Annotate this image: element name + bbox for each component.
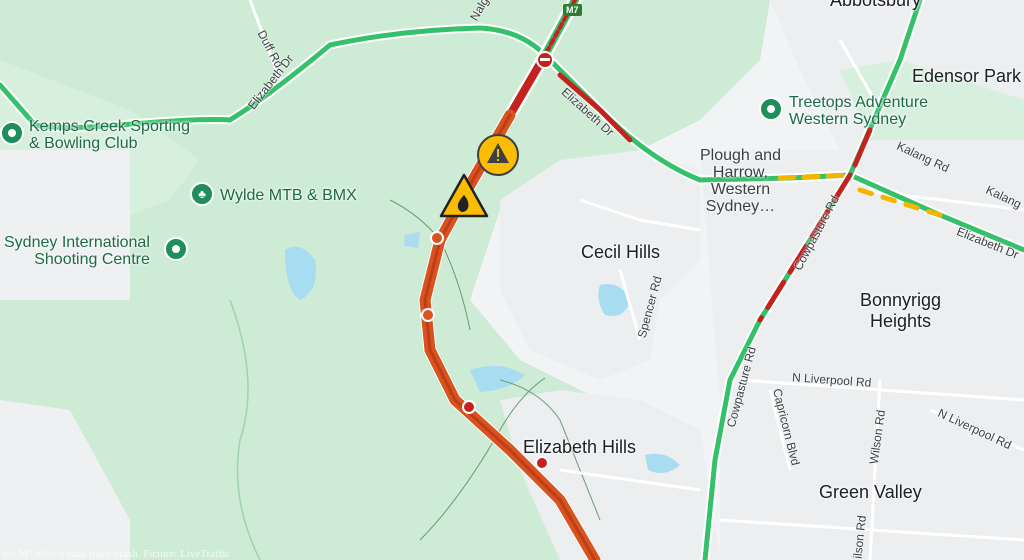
poi-treetops-line1: Treetops Adventure bbox=[789, 94, 929, 111]
pin-icon[interactable] bbox=[759, 97, 783, 121]
pin-icon[interactable] bbox=[0, 121, 24, 145]
poi-plough-harrow[interactable]: Plough and Harrow, Western Sydney… bbox=[700, 147, 781, 215]
urban-patch-west bbox=[0, 150, 130, 300]
tree-icon[interactable]: ♣ bbox=[190, 182, 214, 206]
poi-wylde[interactable]: Wylde MTB & BMX bbox=[220, 187, 357, 204]
traffic-marker bbox=[421, 308, 435, 322]
place-green-valley: Green Valley bbox=[819, 482, 922, 502]
traffic-marker bbox=[535, 456, 549, 470]
poi-plough-line1: Plough and bbox=[700, 147, 781, 164]
suburb-cecil-hills bbox=[500, 150, 700, 380]
warning-icon bbox=[477, 134, 519, 176]
poi-treetops-line2: Western Sydney bbox=[789, 111, 907, 128]
place-cecil-hills: Cecil Hills bbox=[581, 242, 661, 262]
place-elizabeth-hills: Elizabeth Hills bbox=[523, 437, 637, 457]
place-edensor-park: Edensor Park bbox=[912, 66, 1022, 86]
traffic-marker bbox=[462, 400, 476, 414]
poi-plough-line2: Harrow, bbox=[712, 164, 769, 181]
place-bonnyrigg-heights-line2: Heights bbox=[870, 311, 932, 331]
place-bonnyrigg-heights: Bonnyrigg Heights bbox=[860, 290, 941, 332]
map-canvas[interactable] bbox=[0, 0, 1024, 560]
map[interactable]: Abbotsbury Edensor Park Cecil Hills Bonn… bbox=[0, 0, 1024, 560]
poi-kemps-creek[interactable]: Kemps Creek Sporting & Bowling Club bbox=[29, 118, 190, 152]
poi-plough-line3: Western bbox=[710, 181, 771, 198]
poi-treetops[interactable]: Treetops Adventure Western Sydney bbox=[789, 94, 928, 128]
traffic-marker bbox=[430, 231, 444, 245]
photo-caption: the M7 after a fatal truck crash. Pictur… bbox=[2, 548, 231, 560]
place-bonnyrigg-heights-line1: Bonnyrigg bbox=[860, 290, 942, 310]
place-abbotsbury: Abbotsbury bbox=[830, 0, 922, 10]
poi-shooting-line1: Sydney International bbox=[4, 234, 150, 251]
poi-shooting-centre[interactable]: Sydney International Shooting Centre bbox=[4, 234, 150, 268]
poi-plough-line4: Sydney… bbox=[705, 198, 776, 215]
poi-kemps-creek-line2: & Bowling Club bbox=[29, 135, 138, 152]
m7-shield: M7 bbox=[563, 4, 582, 16]
pin-icon[interactable] bbox=[164, 237, 188, 261]
poi-shooting-line2: Shooting Centre bbox=[34, 251, 150, 268]
poi-kemps-creek-line1: Kemps Creek Sporting bbox=[29, 118, 190, 135]
